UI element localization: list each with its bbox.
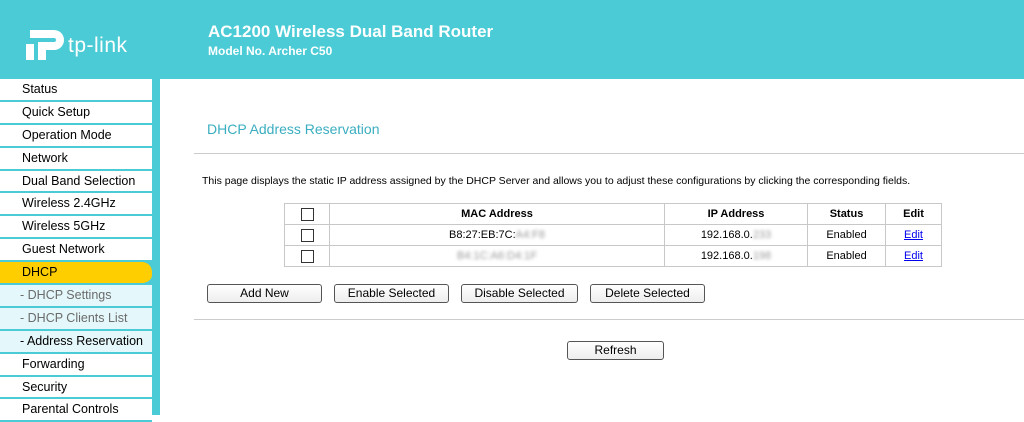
page-title: DHCP Address Reservation — [207, 121, 380, 137]
select-all-checkbox[interactable] — [300, 207, 314, 221]
sidebar-item-dhcp-settings[interactable]: - DHCP Settings — [0, 285, 152, 308]
edit-cell: Edit — [885, 245, 942, 267]
router-title: AC1200 Wireless Dual Band Router — [208, 22, 494, 41]
router-model: Model No. Archer C50 — [208, 44, 333, 58]
sidebar-item-parental-controls[interactable]: Parental Controls — [0, 399, 152, 422]
table-row: B8:27:EB:7C:A4:F8 192.168.0.233 Enabled … — [284, 224, 942, 246]
sidebar-item-status[interactable]: Status — [0, 79, 152, 102]
sidebar-menu: Status Quick Setup Operation Mode Networ… — [0, 79, 152, 422]
select-all-cell — [284, 203, 330, 225]
mac-address-redacted: B4:1C:A6:D4:1F — [456, 250, 538, 262]
tp-link-logo: tp-link — [22, 22, 142, 66]
sidebar: Status Quick Setup Operation Mode Networ… — [0, 79, 160, 422]
row-select-cell — [284, 224, 330, 246]
ip-address-redacted: 233 — [752, 229, 772, 241]
ip-address-visible: 192.168.0. — [700, 250, 753, 262]
ip-address-cell: 192.168.0.233 — [664, 224, 808, 246]
col-ip-address: IP Address — [664, 203, 808, 225]
main-content: DHCP Address Reservation This page displ… — [160, 79, 1024, 415]
page-description: This page displays the static IP address… — [202, 175, 911, 187]
status-cell: Enabled — [807, 224, 886, 246]
sidebar-item-address-reservation[interactable]: - Address Reservation — [0, 330, 152, 354]
divider — [194, 153, 1024, 154]
delete-selected-button[interactable]: Delete Selected — [590, 284, 705, 303]
mac-address-cell: B4:1C:A6:D4:1F — [329, 245, 665, 267]
logo-text: tp-link — [68, 34, 128, 57]
row-select-cell — [284, 245, 330, 267]
sidebar-item-quick-setup[interactable]: Quick Setup — [0, 101, 152, 125]
sidebar-item-guest-network[interactable]: Guest Network — [0, 239, 152, 263]
mac-address-cell: B8:27:EB:7C:A4:F8 — [329, 224, 665, 246]
sidebar-item-dhcp-clients-list[interactable]: - DHCP Clients List — [0, 307, 152, 331]
sidebar-item-security[interactable]: Security — [0, 376, 152, 400]
sidebar-item-forwarding[interactable]: Forwarding — [0, 353, 152, 377]
table-row: B4:1C:A6:D4:1F 192.168.0.198 Enabled Edi… — [284, 245, 942, 267]
ip-address-visible: 192.168.0. — [700, 229, 753, 241]
disable-selected-button[interactable]: Disable Selected — [461, 284, 578, 303]
table-header-row: MAC Address IP Address Status Edit — [284, 203, 942, 225]
ip-address-cell: 192.168.0.198 — [664, 245, 808, 267]
col-mac-address: MAC Address — [329, 203, 665, 225]
mac-address-visible: B8:27:EB:7C: — [448, 229, 516, 241]
add-new-button[interactable]: Add New — [207, 284, 322, 303]
row-checkbox[interactable] — [300, 249, 314, 263]
edit-link[interactable]: Edit — [904, 229, 923, 241]
reservation-table: MAC Address IP Address Status Edit B8:27… — [284, 203, 942, 267]
tp-link-logo-icon — [26, 30, 64, 60]
edit-link[interactable]: Edit — [904, 250, 923, 262]
enable-selected-button[interactable]: Enable Selected — [334, 284, 449, 303]
header-bar: tp-link AC1200 Wireless Dual Band Router… — [0, 0, 1024, 79]
ip-address-redacted: 198 — [752, 250, 772, 262]
col-edit: Edit — [885, 203, 942, 225]
col-status: Status — [807, 203, 886, 225]
sidebar-item-dual-band-selection[interactable]: Dual Band Selection — [0, 170, 152, 194]
sidebar-item-dhcp[interactable]: DHCP — [0, 262, 152, 286]
sidebar-item-operation-mode[interactable]: Operation Mode — [0, 124, 152, 148]
sidebar-item-wireless-24ghz[interactable]: Wireless 2.4GHz — [0, 193, 152, 217]
sidebar-item-network[interactable]: Network — [0, 147, 152, 171]
sidebar-item-wireless-5ghz[interactable]: Wireless 5GHz — [0, 216, 152, 240]
row-checkbox[interactable] — [300, 228, 314, 242]
refresh-button[interactable]: Refresh — [567, 341, 664, 360]
status-cell: Enabled — [807, 245, 886, 267]
mac-address-redacted: A4:F8 — [515, 229, 545, 241]
edit-cell: Edit — [885, 224, 942, 246]
divider — [194, 319, 1024, 320]
